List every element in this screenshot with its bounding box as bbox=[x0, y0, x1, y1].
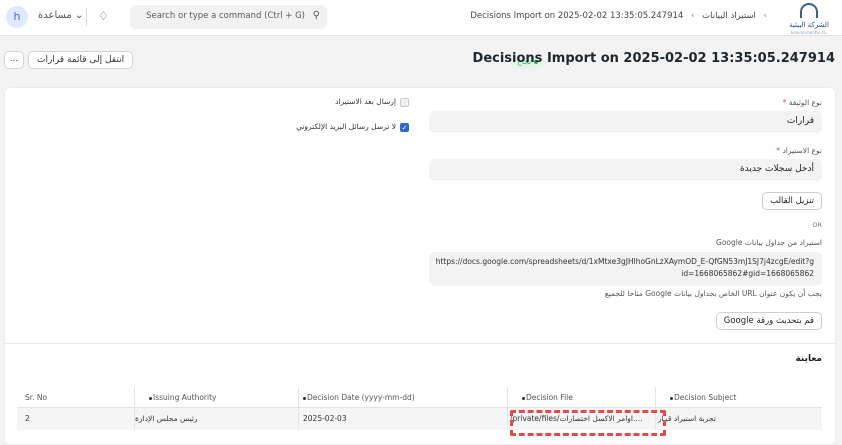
column-header-sr-no: Sr. No bbox=[25, 393, 48, 402]
download-template-button[interactable]: تنزيل القالب bbox=[762, 192, 822, 210]
or-label: OR bbox=[812, 221, 822, 229]
document-type-field[interactable]: قرارات bbox=[429, 111, 822, 133]
logo-mark-icon bbox=[800, 3, 818, 18]
google-sheets-hint: يجب أن يكون عنوان URL الخاص بجداول بيانا… bbox=[604, 289, 822, 298]
table-row: 2 رئيس مجلس الإدارة 2025-02-03 /private/… bbox=[17, 408, 822, 430]
breadcrumb-data-import[interactable]: استيراد البيانات bbox=[702, 11, 756, 21]
section-divider bbox=[4, 343, 836, 344]
preview-title: معاينة bbox=[795, 354, 822, 364]
breadcrumb-current[interactable]: Decisions Import on 2025-02-02 13:35:05.… bbox=[470, 11, 683, 21]
column-dot-icon bbox=[522, 396, 525, 400]
google-sheets-url-field[interactable]: https://docs.google.com/spreadsheets/d/1… bbox=[429, 252, 822, 286]
breadcrumb-separator: ‹ bbox=[763, 11, 767, 21]
breadcrumb-separator: ‹ bbox=[691, 11, 695, 21]
user-avatar[interactable]: h bbox=[6, 6, 28, 28]
column-header-issuing-authority[interactable]: Issuing Authority bbox=[134, 387, 298, 408]
navbar-divider bbox=[86, 8, 87, 26]
bell-icon[interactable]: ♢ bbox=[98, 9, 109, 23]
help-dropdown[interactable]: مساعدة ⌄ bbox=[38, 10, 83, 21]
cell-decision-subject: تجربة استيراد قرار bbox=[655, 408, 822, 430]
search-input[interactable]: Search or type a command (Ctrl + G) bbox=[146, 11, 305, 21]
import-type-value: أدخل سجلات جديدة bbox=[739, 164, 814, 174]
document-type-label: نوع الوثيقة * bbox=[782, 98, 822, 107]
column-dot-icon bbox=[670, 396, 673, 400]
more-actions-button[interactable]: ... bbox=[4, 51, 24, 69]
goto-decisions-list-button[interactable]: انتقل إلى قائمة قرارات bbox=[28, 51, 134, 69]
navbar: h مساعدة ⌄ ♢ Search or type a command (C… bbox=[0, 0, 842, 36]
column-header-decision-date[interactable]: Decision Date (yyyy-mm-dd) bbox=[298, 387, 507, 408]
logo-subtext: Environmental co. bbox=[790, 30, 828, 35]
column-dot-icon bbox=[303, 396, 306, 400]
breadcrumb: Decisions Import on 2025-02-02 13:35:05.… bbox=[470, 11, 772, 21]
import-type-select[interactable]: أدخل سجلات جديدة bbox=[429, 159, 822, 181]
update-google-sheet-button[interactable]: قم بتحديث ورقة Google bbox=[715, 312, 822, 330]
preview-table-header: Sr. No Issuing Authority Decision Date (… bbox=[17, 387, 822, 408]
no-email-checkbox[interactable]: ✓ bbox=[400, 123, 409, 132]
google-sheets-label: استيراد من جداول بيانات Google bbox=[716, 238, 822, 247]
cell-decision-date: 2025-02-03 bbox=[298, 408, 507, 430]
company-logo[interactable]: الشركة البيئية Environmental co. bbox=[780, 1, 838, 35]
column-header-decision-subject[interactable]: Decision Subject bbox=[655, 387, 822, 408]
cell-issuing-authority: رئيس مجلس الإدارة bbox=[134, 408, 298, 430]
google-sheets-url: https://docs.google.com/spreadsheets/d/1… bbox=[435, 257, 814, 278]
logo-text: الشركة البيئية bbox=[789, 21, 829, 29]
no-email-label: لا ترسل رسائل البريد الإلكتروني bbox=[296, 122, 396, 131]
cell-sr-no: 2 bbox=[25, 414, 30, 423]
send-after-import-label: إرسال بعد الاستيراد bbox=[335, 97, 396, 106]
page-title: Decisions Import on 2025-02-02 13:35:05.… bbox=[472, 51, 835, 66]
column-dot-icon bbox=[149, 396, 152, 400]
cell-decision-file[interactable]: /private/files/اوامر الاكسل اختصارات.... bbox=[507, 408, 655, 430]
send-after-import-checkbox[interactable] bbox=[400, 98, 409, 107]
import-type-label: نوع الاستيراد * bbox=[776, 146, 822, 155]
document-type-value: قرارات bbox=[786, 116, 814, 126]
search-icon: ⚲ bbox=[312, 10, 320, 21]
search-bar[interactable]: Search or type a command (Ctrl + G) ⚲ bbox=[130, 5, 327, 29]
preview-table: Sr. No Issuing Authority Decision Date (… bbox=[17, 387, 822, 433]
column-header-decision-file[interactable]: Decision File bbox=[507, 387, 655, 408]
